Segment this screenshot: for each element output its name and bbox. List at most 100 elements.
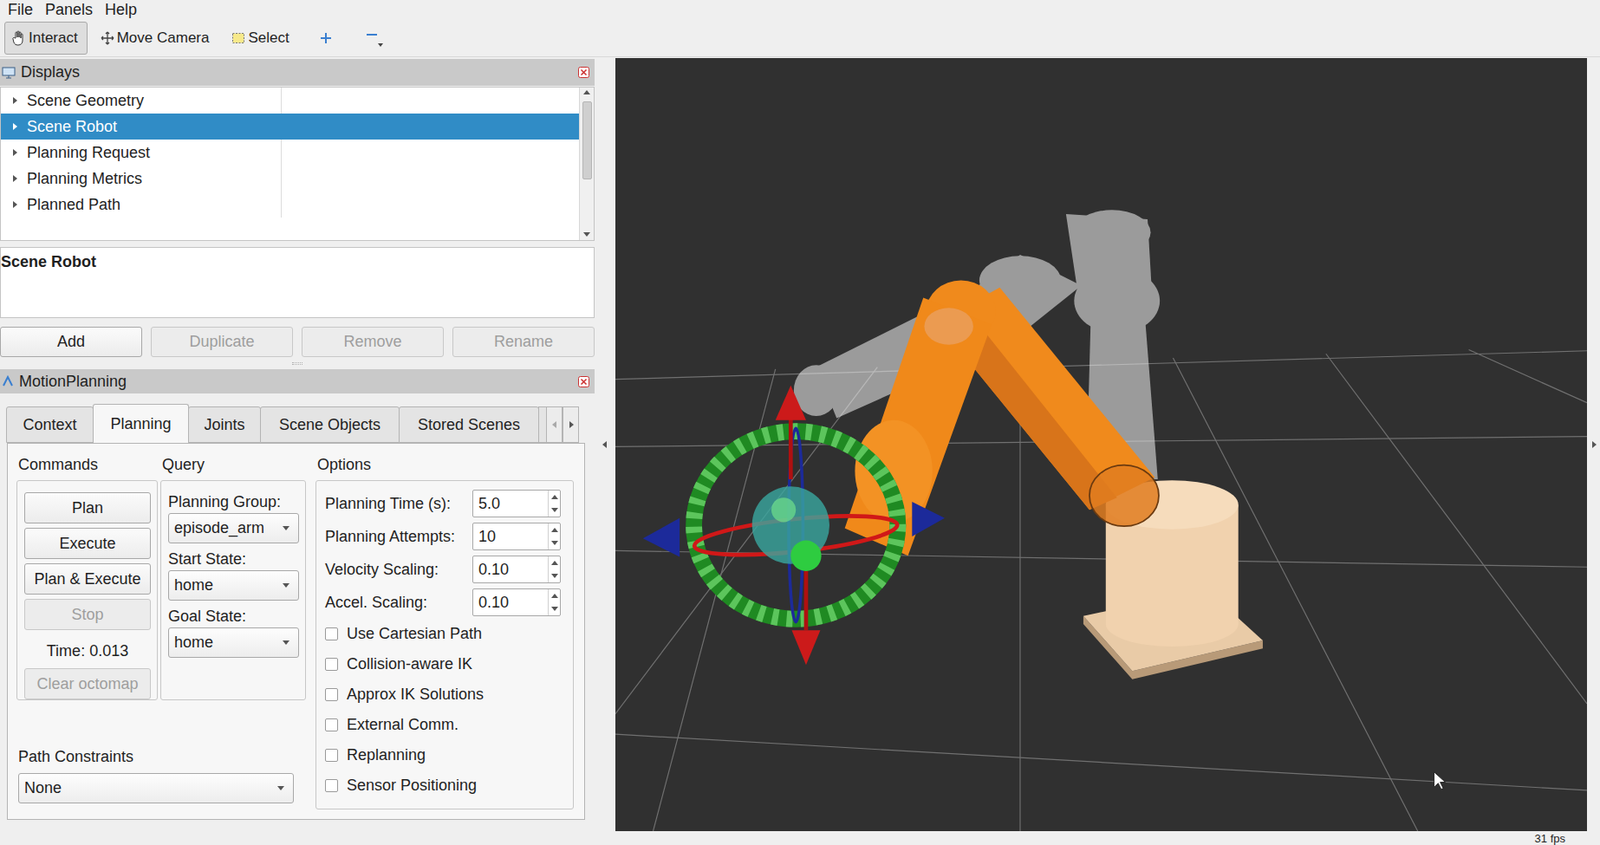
- field-label: Goal State:: [168, 602, 300, 626]
- file-menu[interactable]: File: [3, 0, 38, 20]
- external-comm-checkbox[interactable]: [325, 718, 339, 732]
- expand-arrow-icon: [9, 121, 20, 132]
- tab[interactable]: Planning: [92, 403, 189, 443]
- execute-button[interactable]: Execute: [24, 527, 151, 560]
- spin-up-icon: [549, 558, 560, 569]
- rename-button[interactable]: Rename: [452, 326, 595, 358]
- plan-button[interactable]: Plan: [24, 492, 151, 524]
- plus-icon: [319, 32, 332, 45]
- remove-button[interactable]: Remove: [301, 326, 444, 358]
- robot-3d-view[interactable]: [615, 58, 1587, 832]
- display-item[interactable]: Planning Metrics: [0, 165, 579, 192]
- display-description: Scene Robot: [0, 247, 595, 319]
- add-button[interactable]: Add: [0, 326, 143, 358]
- spin-up-icon: [549, 525, 560, 536]
- tab[interactable]: Scene Objects: [260, 406, 400, 443]
- rviz-window: FilePanelsHelpInteractMove CameraSelectD…: [0, 0, 1600, 845]
- field-label: Planning Group:: [168, 487, 300, 512]
- planning-tab-content: CommandsPlanExecutePlan & ExecuteStopTim…: [6, 442, 586, 820]
- sensor-positioning-checkbox[interactable]: [325, 779, 339, 793]
- tab[interactable]: Joints: [188, 406, 261, 443]
- spin-down-icon: [549, 604, 560, 615]
- tab[interactable]: Context: [6, 406, 94, 443]
- checkbox-row[interactable]: Use Cartesian Path: [325, 618, 561, 650]
- spin-row: Velocity Scaling:0.10: [325, 552, 561, 586]
- options-group: OptionsPlanning Time (s):5.0Planning Att…: [315, 455, 574, 810]
- move-camera-tool[interactable]: Move Camera: [92, 21, 220, 55]
- interact-tool[interactable]: Interact: [4, 21, 88, 55]
- display-item[interactable]: Scene Geometry: [0, 87, 579, 114]
- scroll-up-icon: [581, 87, 592, 98]
- planning-time: Time: 0.013: [24, 634, 151, 664]
- status-bar: 31 fps: [0, 831, 1600, 845]
- velocity-scaling-spinbox[interactable]: 0.10: [472, 555, 561, 584]
- select-icon: [231, 31, 246, 46]
- display-item[interactable]: Scene Robot: [0, 113, 579, 140]
- scrollbar[interactable]: [578, 87, 594, 241]
- clear-octomap-button[interactable]: Clear octomap: [24, 668, 151, 700]
- spin-up-icon: [549, 492, 560, 503]
- panel-splitter[interactable]: [0, 357, 595, 370]
- checkbox-row[interactable]: External Comm.: [325, 709, 561, 741]
- planning-group-dropdown[interactable]: episode_arm: [168, 513, 300, 544]
- expand-arrow-icon: [9, 173, 20, 184]
- move-camera-icon: [100, 31, 115, 46]
- add-tool-button[interactable]: [304, 21, 348, 55]
- tab-bar: ContextPlanningJointsScene ObjectsStored…: [6, 403, 586, 443]
- left-panel: DisplaysScene GeometryScene RobotPlannin…: [0, 57, 595, 832]
- right-collapse-handle[interactable]: [1586, 57, 1600, 832]
- checkbox-row[interactable]: Collision-aware IK: [325, 649, 561, 680]
- remove-tool-button[interactable]: [352, 21, 397, 55]
- tab-scroll-left[interactable]: [546, 406, 563, 443]
- accel-scaling-spinbox[interactable]: 0.10: [472, 588, 561, 617]
- tab[interactable]: Stored Scenes: [398, 406, 540, 443]
- commands-group: CommandsPlanExecutePlan & ExecuteStopTim…: [16, 455, 158, 701]
- display-item[interactable]: Planned Path: [0, 191, 579, 218]
- expand-arrow-icon: [9, 147, 20, 158]
- left-arrow-icon: [549, 419, 560, 430]
- use-cartesian-path-checkbox[interactable]: [325, 627, 339, 641]
- approx-ik-solutions-checkbox[interactable]: [325, 688, 339, 702]
- close-motion-planning-icon[interactable]: [578, 376, 590, 388]
- tab-scroll-right[interactable]: [562, 406, 579, 443]
- spin-row: Planning Time (s):5.0: [325, 487, 561, 521]
- duplicate-button[interactable]: Duplicate: [150, 326, 293, 358]
- plan-execute-button[interactable]: Plan & Execute: [24, 563, 151, 595]
- close-displays-icon[interactable]: [578, 66, 590, 79]
- displays-header: Displays: [0, 58, 595, 86]
- goal-state-dropdown[interactable]: home: [168, 627, 300, 658]
- motion-planning-header: MotionPlanning: [0, 369, 595, 394]
- menu-bar: FilePanelsHelp: [0, 0, 1600, 20]
- toolbar: InteractMove CameraSelect: [0, 19, 1600, 58]
- help-menu[interactable]: Help: [100, 0, 142, 20]
- spin-row: Accel. Scaling:0.10: [325, 585, 561, 619]
- replanning-checkbox[interactable]: [325, 748, 339, 762]
- checkbox-row[interactable]: Replanning: [325, 740, 561, 771]
- field-label: Start State:: [168, 545, 300, 569]
- dropdown-arrow-icon: [280, 523, 292, 534]
- checkbox-row[interactable]: Approx IK Solutions: [325, 679, 561, 710]
- dropdown-arrow-icon: [280, 637, 292, 649]
- panels-menu[interactable]: Panels: [40, 0, 98, 20]
- interactive-marker[interactable]: [643, 385, 945, 665]
- planning-time-s-spinbox[interactable]: 5.0: [472, 489, 561, 518]
- display-item[interactable]: Planning Request: [0, 139, 579, 166]
- moveit-icon: [1, 375, 14, 388]
- collapse-right-icon: [1588, 439, 1600, 450]
- planning-attempts-spinbox[interactable]: 10: [472, 522, 561, 551]
- spin-up-icon: [549, 591, 560, 602]
- left-collapse-handle[interactable]: [594, 57, 616, 832]
- collision-aware-ik-checkbox[interactable]: [325, 657, 339, 671]
- path-constraints-dropdown[interactable]: None: [18, 773, 294, 804]
- displays-tree: Scene GeometryScene RobotPlanning Reques…: [0, 86, 595, 241]
- 3d-viewport[interactable]: [615, 58, 1587, 832]
- spin-down-icon: [549, 571, 560, 582]
- checkbox-row[interactable]: Sensor Positioning: [325, 770, 561, 801]
- path-constraints: Path ConstraintsNone: [16, 747, 306, 810]
- monitor-icon: [1, 66, 16, 79]
- expand-arrow-icon: [9, 95, 20, 106]
- stop-button[interactable]: Stop: [24, 598, 151, 631]
- start-state-dropdown[interactable]: home: [168, 570, 300, 601]
- select-tool[interactable]: Select: [223, 21, 299, 55]
- query-group: QueryPlanning Group:episode_armStart Sta…: [160, 455, 306, 701]
